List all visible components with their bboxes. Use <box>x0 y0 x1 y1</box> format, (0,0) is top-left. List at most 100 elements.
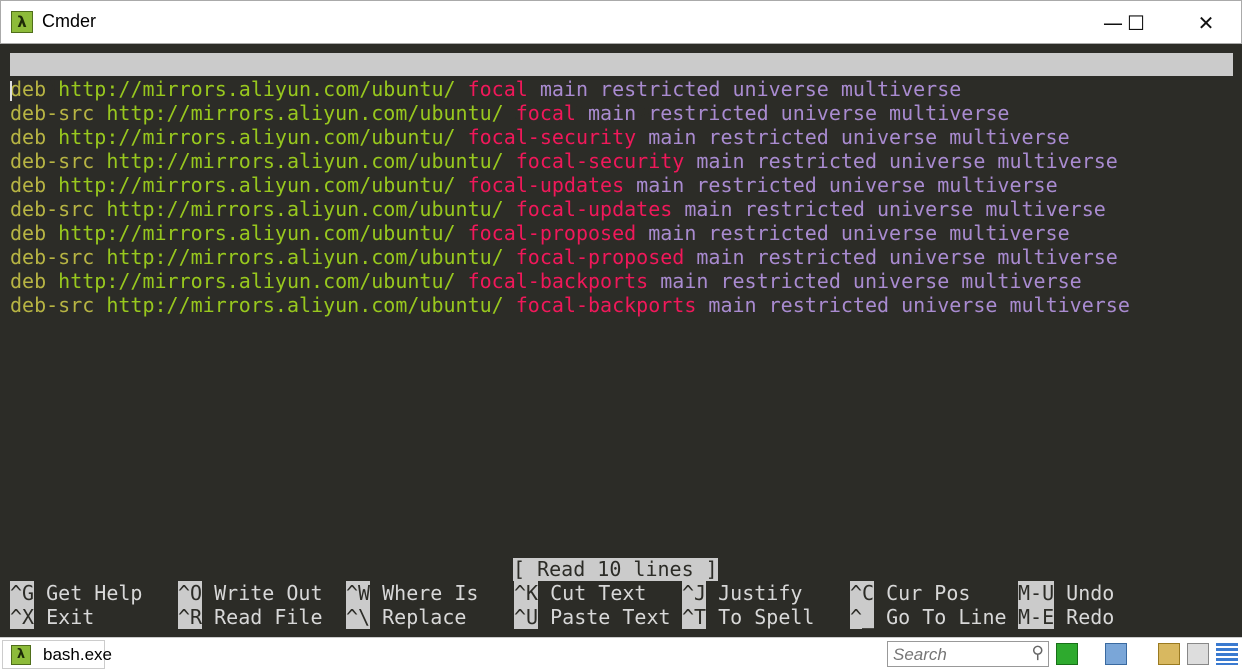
shortcut-label: Read File <box>214 605 323 629</box>
shortcut-label: Cut Text <box>550 581 647 605</box>
line-url: http://mirrors.aliyun.com/ubuntu/ <box>106 293 504 317</box>
line-suite: focal <box>467 77 528 101</box>
line-type: deb-src <box>10 197 95 221</box>
shortcut-key: M-U <box>1018 581 1055 605</box>
line-components: main restricted universe multiverse <box>660 269 1082 293</box>
shortcut-label: Go To Line <box>886 605 1007 629</box>
source-line: deb-src http://mirrors.aliyun.com/ubuntu… <box>10 149 1130 173</box>
line-type: deb <box>10 221 47 245</box>
close-button[interactable]: ✕ <box>1183 1 1229 45</box>
line-type: deb <box>10 269 47 293</box>
shortcut-item[interactable]: M-U Undo <box>1018 581 1114 605</box>
shortcut-key: ^\ <box>346 605 371 629</box>
shortcut-item[interactable]: ^R Read File <box>178 605 323 629</box>
shortcut-label: Where Is <box>382 581 479 605</box>
editor-content[interactable]: deb http://mirrors.aliyun.com/ubuntu/ fo… <box>10 77 1130 317</box>
line-url: http://mirrors.aliyun.com/ubuntu/ <box>58 77 456 101</box>
shortcut-item[interactable]: ^X Exit <box>10 605 94 629</box>
shortcut-item[interactable]: ^W Where Is <box>346 581 478 605</box>
shortcut-key: ^J <box>682 581 707 605</box>
line-components: main restricted universe multiverse <box>539 77 962 101</box>
line-url: http://mirrors.aliyun.com/ubuntu/ <box>58 173 456 197</box>
new-console-icon[interactable] <box>1056 643 1078 665</box>
line-url: http://mirrors.aliyun.com/ubuntu/ <box>106 245 504 269</box>
source-line: deb http://mirrors.aliyun.com/ubuntu/ fo… <box>10 269 1130 293</box>
line-suite: focal-proposed <box>467 221 637 245</box>
line-type: deb <box>10 125 47 149</box>
shortcut-key: ^W <box>346 581 371 605</box>
line-type: deb <box>10 173 47 197</box>
line-components: main restricted universe multiverse <box>684 197 1106 221</box>
shortcut-item[interactable]: ^\ Replace <box>346 605 466 629</box>
line-components: main restricted universe multiverse <box>588 101 1010 125</box>
line-url: http://mirrors.aliyun.com/ubuntu/ <box>58 269 456 293</box>
source-line: deb-src http://mirrors.aliyun.com/ubuntu… <box>10 293 1130 317</box>
line-url: http://mirrors.aliyun.com/ubuntu/ <box>106 101 504 125</box>
line-url: http://mirrors.aliyun.com/ubuntu/ <box>106 197 504 221</box>
line-suite: focal-security <box>515 149 685 173</box>
line-suite: focal-backports <box>515 293 697 317</box>
text-cursor <box>10 81 12 101</box>
shortcut-item[interactable]: ^G Get Help <box>10 581 142 605</box>
status-message: [ Read 10 lines ] <box>513 557 718 581</box>
shortcut-label: To Spell <box>718 605 815 629</box>
line-type: deb-src <box>10 149 95 173</box>
search-icon[interactable]: ⚲ <box>1032 643 1044 663</box>
source-line: deb http://mirrors.aliyun.com/ubuntu/ fo… <box>10 221 1130 245</box>
line-components: main restricted universe multiverse <box>636 173 1058 197</box>
line-suite: focal-backports <box>467 269 649 293</box>
shortcut-item[interactable]: ^K Cut Text <box>514 581 646 605</box>
line-suite: focal-updates <box>467 173 625 197</box>
line-type: deb <box>10 77 47 101</box>
split-icon[interactable] <box>1187 643 1209 665</box>
shortcut-item[interactable]: ^U Paste Text <box>514 605 671 629</box>
source-line: deb http://mirrors.aliyun.com/ubuntu/ fo… <box>10 77 1130 101</box>
line-suite: focal-updates <box>515 197 673 221</box>
shortcut-label: Exit <box>46 605 95 629</box>
shortcut-key: ^G <box>10 581 35 605</box>
shortcut-key: ^C <box>850 581 875 605</box>
shortcut-item[interactable]: ^_ Go To Line <box>850 605 1007 629</box>
shortcut-key: ^_ <box>850 605 875 629</box>
shortcut-label: Replace <box>382 605 467 629</box>
maximize-button[interactable]: ☐ <box>1113 1 1159 45</box>
shortcut-label: Cur Pos <box>886 581 971 605</box>
line-suite: focal-proposed <box>515 245 685 269</box>
source-line: deb-src http://mirrors.aliyun.com/ubuntu… <box>10 197 1130 221</box>
shortcut-label: Get Help <box>46 581 143 605</box>
shortcut-label: Write Out <box>214 581 323 605</box>
shortcut-item[interactable]: M-E Redo <box>1018 605 1114 629</box>
shortcut-key: ^X <box>10 605 35 629</box>
shortcut-item[interactable]: ^C Cur Pos <box>850 581 970 605</box>
search-box[interactable]: ⚲ <box>887 641 1049 667</box>
terminal[interactable]: GNU nano 4.8 /etc/apt/sources.list deb h… <box>0 44 1242 637</box>
line-components: main restricted universe multiverse <box>696 245 1118 269</box>
line-url: http://mirrors.aliyun.com/ubuntu/ <box>58 221 456 245</box>
menu-icon[interactable] <box>1216 643 1238 665</box>
shortcut-label: Paste Text <box>550 605 671 629</box>
lock-icon[interactable] <box>1158 643 1180 665</box>
shortcut-key: M-E <box>1018 605 1055 629</box>
shortcut-label: Redo <box>1066 605 1115 629</box>
line-suite: focal <box>515 101 576 125</box>
shortcut-key: ^K <box>514 581 539 605</box>
lambda-icon: λ <box>11 11 33 33</box>
nano-header: GNU nano 4.8 /etc/apt/sources.list <box>10 53 1233 122</box>
shortcut-item[interactable]: ^O Write Out <box>178 581 323 605</box>
tab-label: bash.exe <box>43 645 112 664</box>
line-components: main restricted universe multiverse <box>696 149 1118 173</box>
switch-console-icon[interactable] <box>1105 643 1127 665</box>
source-line: deb-src http://mirrors.aliyun.com/ubuntu… <box>10 101 1130 125</box>
shortcut-label: Justify <box>718 581 803 605</box>
shortcut-item[interactable]: ^T To Spell <box>682 605 814 629</box>
line-url: http://mirrors.aliyun.com/ubuntu/ <box>106 149 504 173</box>
window-title: Cmder <box>42 11 97 31</box>
lambda-icon: λ <box>11 645 31 665</box>
title-bar: λ Cmder — ☐ ✕ <box>0 0 1242 44</box>
console-tab[interactable]: λ bash.exe <box>2 640 112 669</box>
shortcut-key: ^U <box>514 605 539 629</box>
source-line: deb-src http://mirrors.aliyun.com/ubuntu… <box>10 245 1130 269</box>
search-input[interactable] <box>891 643 1025 667</box>
shortcut-item[interactable]: ^J Justify <box>682 581 802 605</box>
line-components: main restricted universe multiverse <box>648 125 1070 149</box>
